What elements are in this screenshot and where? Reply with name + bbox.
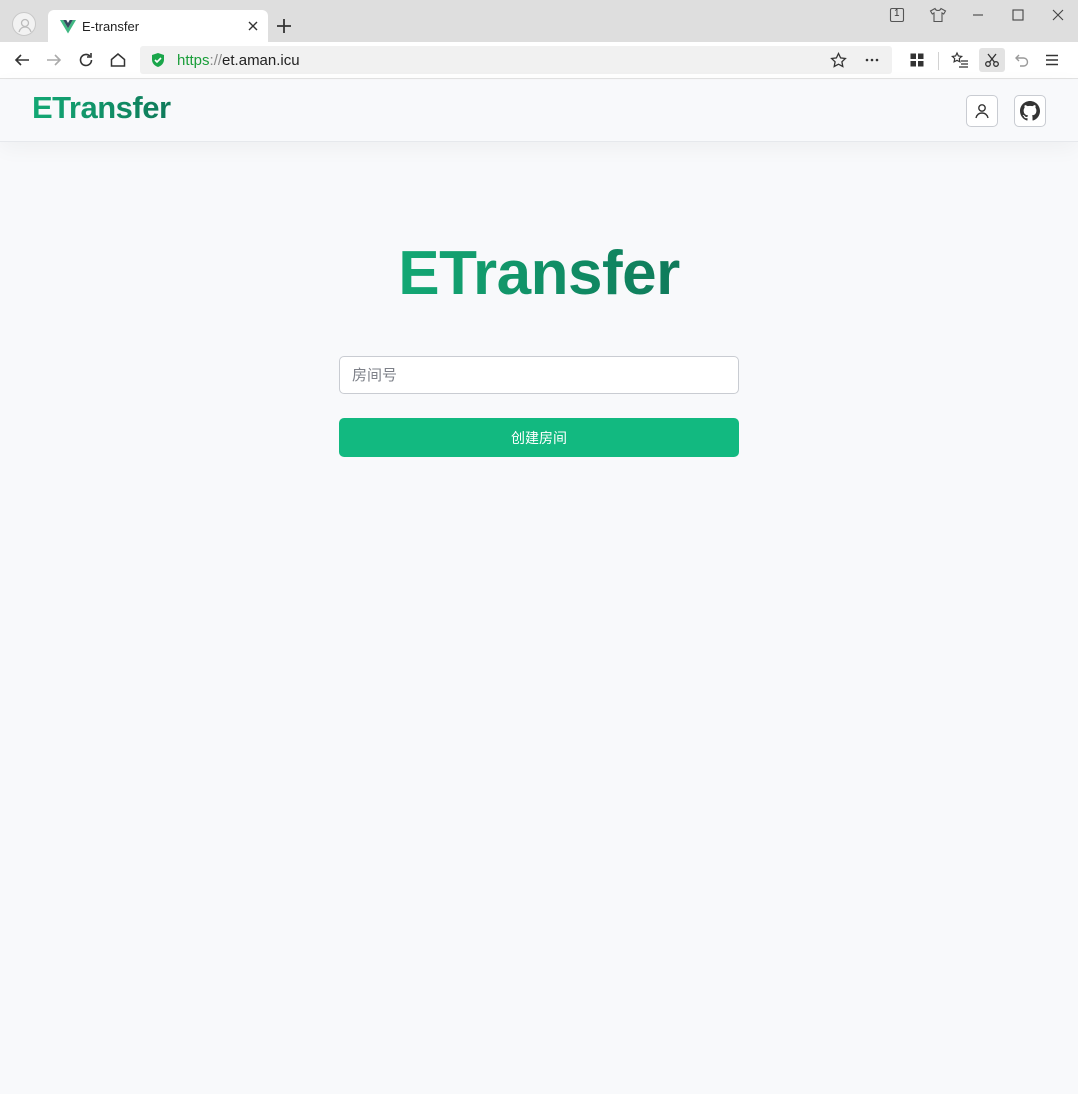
- browser-toolbar: https://et.aman.icu: [0, 42, 1078, 79]
- page-actions-more-icon[interactable]: [864, 52, 880, 68]
- url-text[interactable]: https://et.aman.icu: [177, 52, 300, 69]
- close-window-icon[interactable]: [1046, 4, 1070, 26]
- user-icon: [975, 104, 989, 119]
- url-separator: ://: [209, 52, 223, 69]
- tab-title: E-transfer: [82, 19, 140, 34]
- github-icon: [1020, 101, 1040, 121]
- toolbar-divider: [938, 52, 939, 70]
- hero-title: ETransfer: [0, 238, 1078, 309]
- close-tab-icon[interactable]: [245, 18, 261, 34]
- forward-arrow-icon[interactable]: [41, 48, 67, 72]
- url-scheme: https: [177, 52, 210, 69]
- home-icon[interactable]: [105, 48, 131, 72]
- reload-icon[interactable]: [73, 48, 99, 72]
- maximize-icon[interactable]: [1006, 4, 1030, 26]
- tab-count-badge: 1: [894, 8, 900, 19]
- back-arrow-icon[interactable]: [9, 48, 35, 72]
- minimize-icon[interactable]: [966, 4, 990, 26]
- skin-tshirt-icon[interactable]: [926, 4, 950, 26]
- bookmark-star-icon[interactable]: [830, 52, 847, 69]
- site-header: ETransfer: [0, 80, 1078, 142]
- menu-hamburger-icon[interactable]: [1039, 48, 1065, 72]
- create-room-button[interactable]: 创建房间: [339, 418, 739, 457]
- vue-favicon-icon: [60, 20, 76, 34]
- tab-counter-icon[interactable]: 1: [885, 4, 909, 26]
- room-number-input[interactable]: [339, 356, 739, 394]
- github-button[interactable]: [1014, 95, 1046, 127]
- browser-tab-strip: E-transfer 1: [0, 0, 1078, 42]
- browser-tab[interactable]: E-transfer: [48, 10, 268, 42]
- screenshot-scissors-icon[interactable]: [979, 48, 1005, 72]
- profile-avatar-icon[interactable]: [12, 12, 36, 36]
- address-bar[interactable]: https://et.aman.icu: [140, 46, 892, 74]
- new-tab-icon[interactable]: [274, 16, 294, 36]
- url-host: et.aman.icu: [222, 52, 300, 69]
- security-shield-icon: [152, 53, 164, 67]
- brand-logo[interactable]: ETransfer: [32, 90, 171, 126]
- hero-title-text: ETransfer: [398, 239, 680, 308]
- user-account-button[interactable]: [966, 95, 998, 127]
- bookmarks-list-icon[interactable]: [947, 48, 973, 72]
- apps-grid-icon[interactable]: [904, 48, 930, 72]
- undo-icon[interactable]: [1009, 48, 1035, 72]
